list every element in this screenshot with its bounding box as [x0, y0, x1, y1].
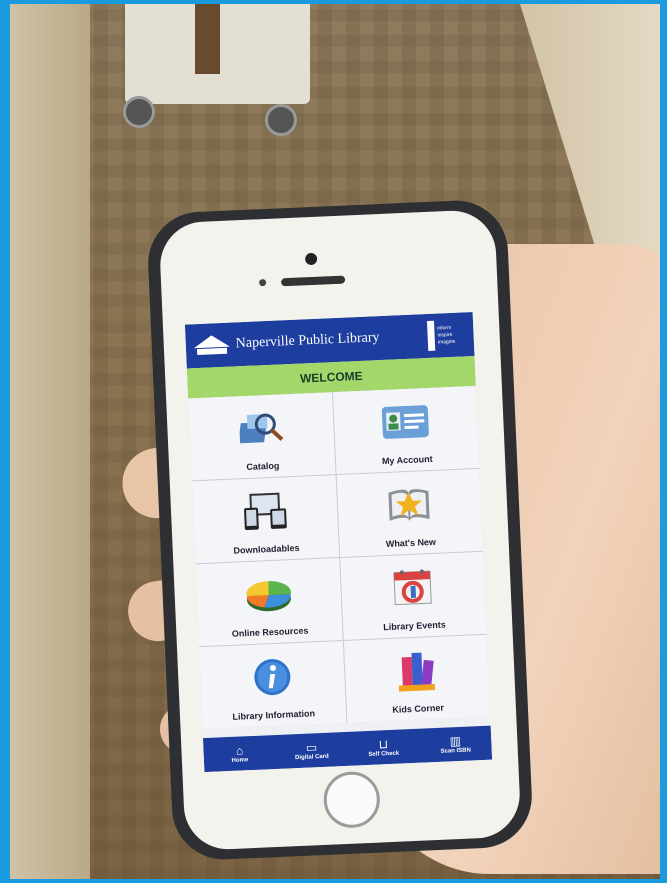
front-camera — [304, 252, 318, 266]
tile-label: Online Resources — [231, 625, 309, 639]
book-cart — [123, 4, 310, 136]
tab-label: Digital Card — [294, 753, 329, 761]
tab-home[interactable]: ⌂ Home — [203, 735, 276, 772]
tile-label: My Account — [381, 453, 433, 467]
catalog-magnifier-icon — [238, 413, 284, 444]
menu-grid: Catalog My Account Downloadables What's … — [188, 385, 491, 730]
tab-label: Self Check — [368, 750, 400, 758]
tile-online-resources[interactable]: Online Resources — [195, 558, 343, 647]
tile-label: Library Information — [232, 708, 316, 722]
hallway-wall-left — [10, 4, 90, 879]
tile-downloadables[interactable]: Downloadables — [191, 475, 339, 564]
tab-label: Home — [231, 756, 249, 764]
info-icon — [254, 659, 291, 696]
home-button[interactable] — [322, 770, 381, 829]
cart-icon: ⊔ — [378, 736, 389, 752]
devices-icon — [243, 492, 287, 531]
card-icon: ▭ — [305, 739, 318, 755]
tile-catalog[interactable]: Catalog — [188, 392, 336, 481]
tile-label: What's New — [385, 536, 437, 550]
books-icon — [399, 652, 436, 692]
tagline-word: imagine — [437, 338, 456, 346]
phone-face: Naperville Public Library inform inspire… — [158, 208, 522, 852]
calendar-icon — [393, 569, 433, 606]
photo-frame: Naperville Public Library inform inspire… — [10, 4, 660, 879]
tagline: inform inspire imagine — [426, 319, 468, 351]
library-logo-icon — [193, 333, 230, 359]
smartphone: Naperville Public Library inform inspire… — [146, 198, 534, 862]
pie-chart-icon — [246, 581, 291, 612]
phone-screen: Naperville Public Library inform inspire… — [184, 312, 493, 773]
tile-label: Catalog — [246, 460, 280, 473]
tile-kids-corner[interactable]: Kids Corner — [343, 634, 491, 723]
tab-scan-isbn[interactable]: ▥ Scan ISBN — [419, 726, 492, 763]
tile-my-account[interactable]: My Account — [332, 385, 480, 475]
earpiece — [280, 275, 346, 287]
home-icon: ⌂ — [235, 742, 244, 758]
library-name: Naperville Public Library — [235, 330, 380, 352]
star-book-icon — [388, 489, 430, 522]
tab-digital-card[interactable]: ▭ Digital Card — [275, 732, 348, 769]
tab-self-check[interactable]: ⊔ Self Check — [347, 729, 420, 766]
tile-label: Kids Corner — [392, 702, 445, 715]
id-card-icon — [382, 405, 430, 439]
tile-library-events[interactable]: Library Events — [339, 551, 487, 640]
tile-whats-new[interactable]: What's New — [336, 468, 484, 558]
tab-label: Scan ISBN — [440, 747, 472, 755]
tile-label: Downloadables — [233, 542, 300, 556]
proximity-sensor — [258, 278, 267, 287]
tile-library-information[interactable]: Library Information — [198, 641, 346, 730]
bottom-tab-bar: ⌂ Home ▭ Digital Card ⊔ Self Check ▥ Sca… — [202, 725, 493, 773]
barcode-icon: ▥ — [449, 733, 462, 748]
tile-label: Library Events — [383, 619, 446, 633]
